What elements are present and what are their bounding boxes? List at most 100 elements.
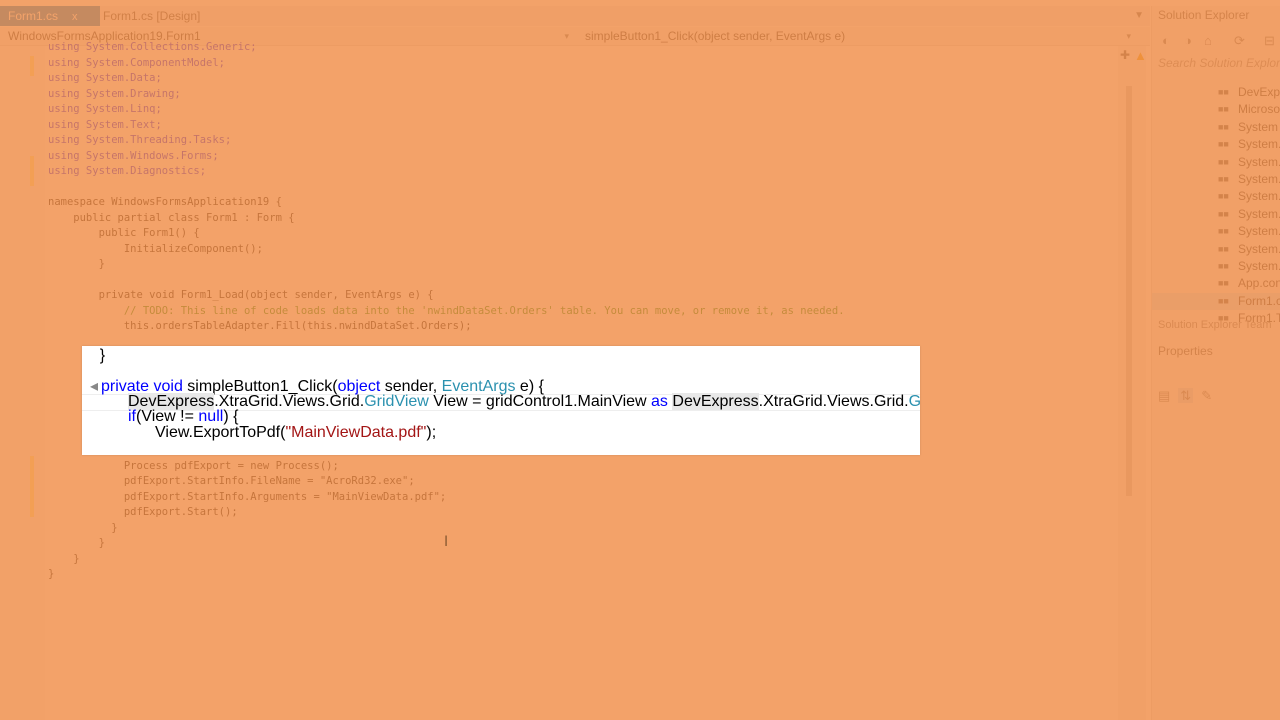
reference-icon: ■■: [1218, 208, 1229, 219]
tree-item[interactable]: ■■ Form1.cs: [1152, 292, 1280, 310]
warning-icon: ▲: [1134, 48, 1147, 63]
code-line: // TODO: This line of code loads data in…: [0, 304, 1110, 319]
tree-item[interactable]: ■■ System.F: [1152, 206, 1280, 223]
code-text: pdfExport.Start();: [48, 506, 238, 518]
tree-item-label: System.F: [1238, 206, 1280, 221]
code-line: using System.Diagnostics;: [0, 164, 1110, 179]
properties-toolbar: ▤ ⇅ ✎: [1158, 388, 1220, 404]
tree-item-label: Form1.cs: [1238, 293, 1280, 308]
chevron-down-icon[interactable]: ▼: [1134, 6, 1144, 26]
tab-label: Form1.cs [Design]: [103, 9, 201, 23]
code-text: using System.Text;: [48, 118, 162, 131]
tree-item[interactable]: ■■ App.config: [1152, 275, 1280, 292]
tab-label: Form1.cs: [8, 9, 59, 23]
code-line: if(View != null) {: [128, 408, 239, 425]
edit-marker-icon: ◂: [90, 378, 99, 395]
code-line: }: [0, 567, 1110, 582]
code-text: using System.Threading.Tasks;: [48, 134, 232, 146]
tree-item-label: Microsoft: [1238, 102, 1280, 117]
tree-item-label: DevExpress: [1238, 85, 1280, 99]
tree-item-label: System.X: [1238, 241, 1280, 256]
search-input[interactable]: Search Solution Explorer: [1158, 56, 1280, 70]
tree-item-label: System.D: [1238, 172, 1280, 186]
tree-item[interactable]: ■■ System.W: [1152, 223, 1280, 240]
code-line: }: [0, 521, 1110, 536]
sync-icon[interactable]: ⟳: [1234, 33, 1245, 49]
tree-item[interactable]: ■■ DevExpress: [1152, 84, 1280, 101]
code-text: InitializeComponent();: [48, 242, 263, 255]
code-line: DevExpress.XtraGrid.Views.Grid.GridView …: [128, 393, 920, 410]
code-text: using System.Collections.Generic;: [48, 41, 257, 53]
code-text: // TODO: This line of code loads data in…: [48, 304, 845, 317]
change-marker: [30, 502, 34, 517]
tree-item[interactable]: ■■ System: [1152, 119, 1280, 136]
code-text: using System.ComponentModel;: [48, 56, 226, 69]
change-marker: [30, 56, 34, 76]
tree-item[interactable]: ■■ Microsoft: [1152, 101, 1280, 118]
reference-icon: ■■: [1218, 87, 1229, 97]
code-line: using System.Threading.Tasks;: [0, 133, 1110, 148]
tree-item[interactable]: ■■ System.C: [1152, 136, 1280, 153]
code-text: using System.Diagnostics;: [48, 165, 207, 177]
tab-form1-design[interactable]: Form1.cs [Design]: [95, 6, 251, 26]
code-text: using System.Linq;: [48, 103, 162, 115]
code-line: using System.ComponentModel;: [0, 56, 1110, 71]
tree-item[interactable]: ■■ System.X: [1152, 258, 1280, 275]
code-text: }: [48, 258, 105, 270]
panel-title: Solution Explorer: [1158, 8, 1250, 22]
tree-item[interactable]: ■■ System.D: [1152, 171, 1280, 188]
reference-icon: ■■: [1218, 156, 1229, 167]
forward-icon[interactable]: ◑: [1184, 33, 1192, 48]
close-icon[interactable]: x: [72, 11, 78, 23]
code-text: public Form1() {: [48, 227, 200, 239]
code-text: pdfExport.StartInfo.FileName = "AcroRd32…: [48, 475, 415, 487]
code-text: }: [48, 552, 80, 565]
code-line: InitializeComponent();: [0, 242, 1110, 257]
code-line: namespace WindowsFormsApplication19 {: [0, 195, 1110, 210]
code-line: using System.Linq;: [0, 102, 1110, 117]
code-text: namespace WindowsFormsApplication19 {: [48, 196, 282, 208]
document-tabs: Form1.cs x Form1.cs [Design] ▼: [0, 6, 1150, 26]
code-text: using System.Windows.Forms;: [48, 149, 219, 162]
scrollbar-thumb[interactable]: [1126, 86, 1132, 496]
tab-form1-cs[interactable]: Form1.cs x: [0, 6, 100, 26]
reference-icon: ■■: [1218, 295, 1229, 306]
code-line: private void Form1_Load(object sender, E…: [0, 288, 1110, 303]
panel-tabs[interactable]: Solution Explorer Team: [1152, 316, 1280, 334]
code-text: pdfExport.StartInfo.Arguments = "MainVie…: [48, 490, 447, 503]
code-line: Process pdfExport = new Process();: [0, 459, 1110, 474]
code-text: }: [48, 537, 105, 549]
code-line: public partial class Form1 : Form {: [0, 211, 1110, 226]
reference-icon: ■■: [1218, 226, 1229, 237]
code-text: this.ordersTableAdapter.Fill(this.nwindD…: [48, 320, 472, 332]
code-text: using System.Drawing;: [48, 87, 181, 100]
categorized-icon[interactable]: ▤: [1158, 388, 1170, 403]
code-text: Process pdfExport = new Process();: [48, 459, 339, 472]
code-text: using System.Data;: [48, 72, 162, 84]
tree-item-label: System.X: [1238, 259, 1280, 273]
code-text: public partial class Form1 : Form {: [48, 211, 295, 224]
tree-item[interactable]: ■■ System.D: [1152, 188, 1280, 205]
back-icon[interactable]: ◐: [1162, 33, 1170, 48]
code-line: using System.Data;: [0, 71, 1110, 86]
code-line: pdfExport.StartInfo.FileName = "AcroRd32…: [0, 474, 1110, 489]
vertical-scrollbar[interactable]: [1118, 46, 1146, 720]
code-line: using System.Text;: [0, 118, 1110, 133]
reference-icon: ■■: [1218, 174, 1229, 184]
code-line: public Form1() {: [0, 226, 1110, 241]
solution-explorer-panel: Solution Explorer ◐ ◑ ⌂ ⟳ ⊟ Search Solut…: [1151, 6, 1280, 720]
wrench-icon[interactable]: ✎: [1201, 388, 1212, 403]
solution-explorer-toolbar: ◐ ◑ ⌂ ⟳ ⊟: [1152, 30, 1280, 52]
change-marker: [30, 156, 34, 186]
plus-icon[interactable]: ✚: [1120, 48, 1130, 62]
code-line: }: [82, 347, 106, 364]
code-line: }: [0, 536, 1110, 551]
tree-item[interactable]: ■■ System.X: [1152, 241, 1280, 258]
collapse-icon[interactable]: ⊟: [1264, 33, 1275, 49]
code-line: pdfExport.Start();: [0, 505, 1110, 520]
change-marker: [30, 456, 34, 506]
home-icon[interactable]: ⌂: [1204, 33, 1212, 48]
reference-icon: ■■: [1218, 278, 1229, 289]
tree-item[interactable]: ■■ System.D: [1152, 154, 1280, 171]
alphabetical-icon[interactable]: ⇅: [1178, 388, 1194, 403]
